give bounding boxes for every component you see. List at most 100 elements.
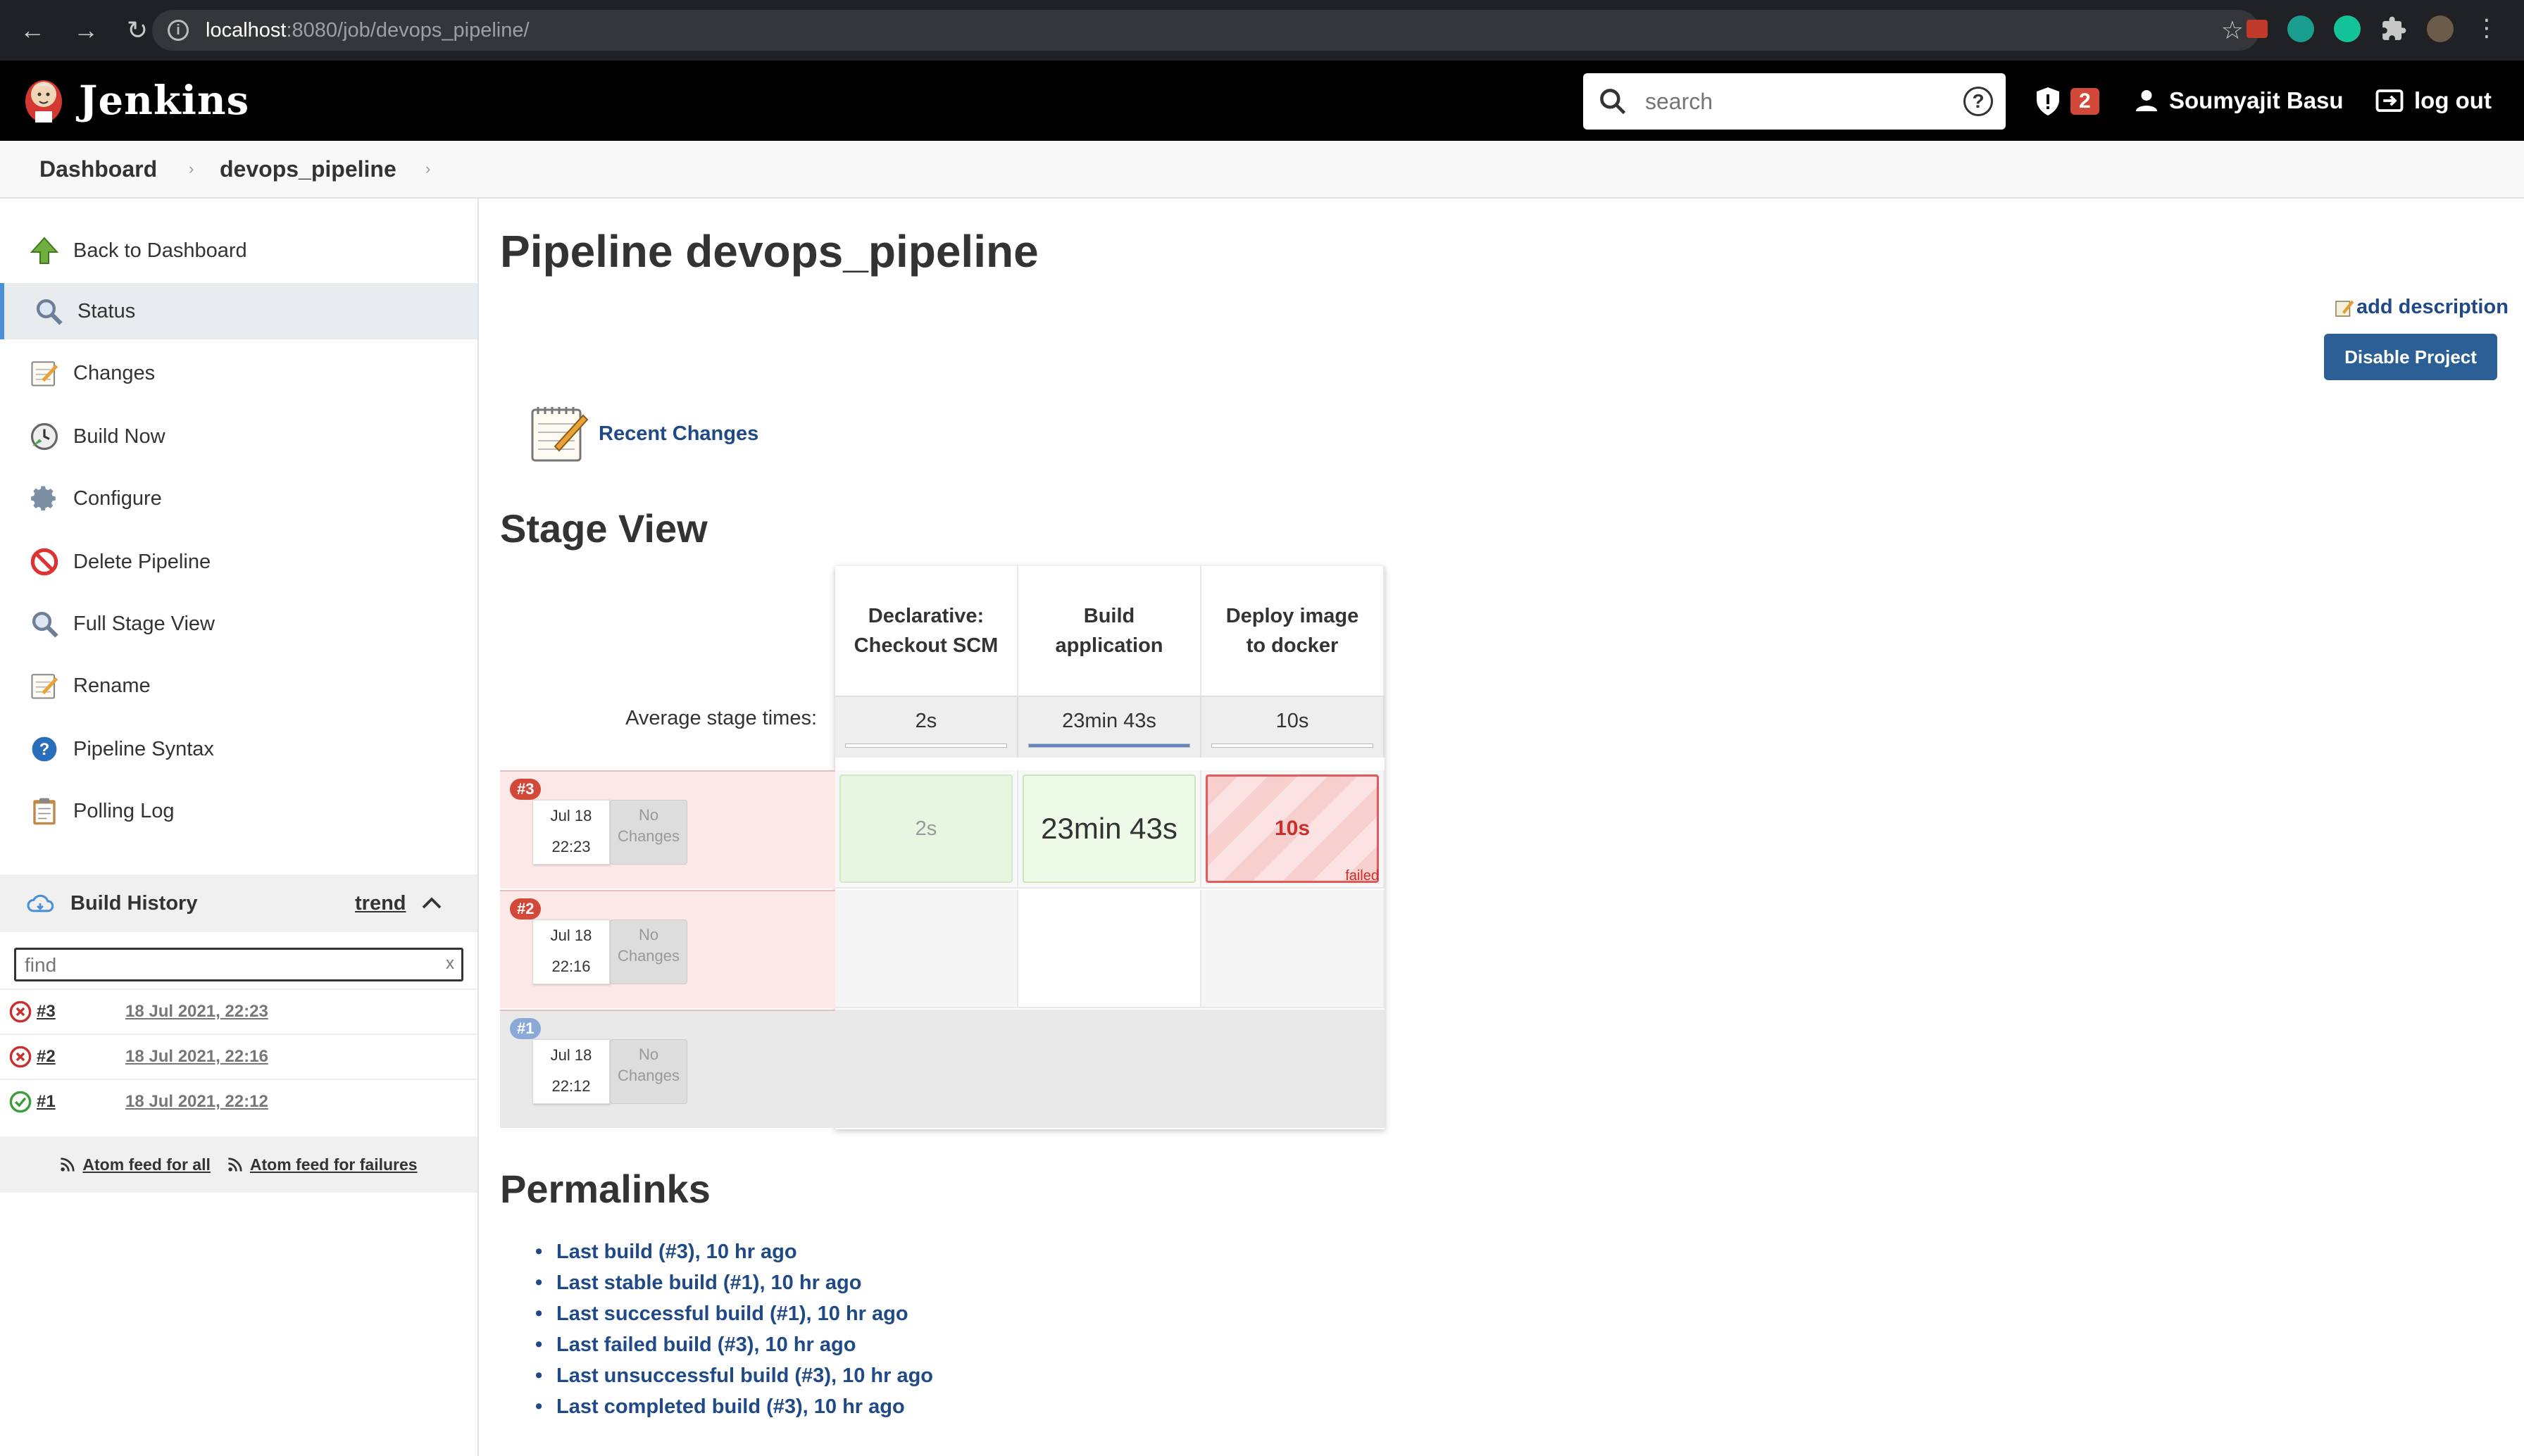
security-alerts[interactable]: 2 bbox=[2034, 86, 2099, 117]
task-build-now[interactable]: Build Now bbox=[0, 408, 477, 465]
stage-view: Declarative: Checkout SCM 2s Build applica… bbox=[500, 566, 1389, 1129]
build-number-link[interactable]: #3 bbox=[37, 1002, 56, 1022]
stage-build-row: #1 Jul 18 22:12 No Changes bbox=[500, 1010, 835, 1128]
stage-cell[interactable]: 2s bbox=[835, 770, 1018, 889]
bookmark-star-icon[interactable]: ☆ bbox=[2221, 15, 2244, 45]
permalink[interactable]: Last unsuccessful build (#3), 10 hr ago bbox=[535, 1360, 933, 1391]
permalink[interactable]: Last stable build (#1), 10 hr ago bbox=[535, 1267, 933, 1298]
logout-link[interactable]: log out bbox=[2375, 87, 2492, 114]
trend-link[interactable]: trend bbox=[355, 892, 406, 915]
task-label: Status bbox=[77, 299, 136, 322]
permalink[interactable]: Last failed build (#3), 10 hr ago bbox=[535, 1329, 933, 1360]
reload-icon[interactable]: ↻ bbox=[127, 15, 148, 45]
build-history-row: #1 18 Jul 2021, 22:12 bbox=[0, 1079, 477, 1124]
up-arrow-icon bbox=[28, 234, 61, 267]
jenkins-brand[interactable]: Jenkins bbox=[79, 77, 249, 124]
permalink[interactable]: Last successful build (#1), 10 hr ago bbox=[535, 1298, 933, 1329]
rss-icon bbox=[61, 1157, 75, 1172]
stage-cell bbox=[1018, 1010, 1201, 1128]
task-label: Build Now bbox=[73, 425, 165, 448]
no-changes-box[interactable]: No Changes bbox=[610, 920, 687, 984]
cloud-icon bbox=[27, 894, 54, 912]
browser-toolbar: ← → ↻ i localhost:8080/job/devops_pipeli… bbox=[0, 0, 2524, 61]
build-history-header: Build History trend bbox=[0, 874, 477, 932]
no-changes-box[interactable]: No Changes bbox=[610, 800, 687, 865]
task-back-to-dashboard[interactable]: Back to Dashboard bbox=[0, 222, 477, 279]
build-badge[interactable]: #3 bbox=[510, 779, 542, 800]
notepad-icon bbox=[28, 357, 61, 389]
build-datetime[interactable]: Jul 18 22:16 bbox=[532, 920, 610, 984]
disable-project-button[interactable]: Disable Project bbox=[2324, 334, 2497, 380]
profile-avatar[interactable] bbox=[2427, 15, 2454, 42]
back-icon[interactable]: ← bbox=[20, 15, 45, 45]
permalinks-title: Permalinks bbox=[500, 1167, 711, 1211]
task-rename[interactable]: Rename bbox=[0, 658, 477, 714]
avg-time-value: 2s bbox=[915, 710, 937, 732]
extension-grammar-icon[interactable] bbox=[2287, 15, 2314, 42]
extension-flag-icon[interactable] bbox=[2247, 20, 2268, 38]
info-icon[interactable]: i bbox=[168, 20, 189, 41]
rss-icon bbox=[228, 1157, 242, 1172]
puzzle-icon[interactable] bbox=[2380, 15, 2407, 42]
task-label: Configure bbox=[73, 487, 162, 510]
build-number-link[interactable]: #2 bbox=[37, 1047, 56, 1067]
logout-icon bbox=[2375, 89, 2404, 112]
url-text[interactable]: localhost:8080/job/devops_pipeline/ bbox=[206, 19, 530, 42]
extension-g-icon[interactable] bbox=[2334, 15, 2361, 42]
clear-find-icon[interactable]: x bbox=[446, 954, 454, 974]
stage-cell[interactable]: 23min 43s bbox=[1018, 770, 1201, 889]
breadcrumb-dashboard[interactable]: Dashboard bbox=[39, 156, 157, 182]
stage-header: Build application bbox=[1018, 566, 1201, 696]
search-help-icon[interactable]: ? bbox=[1963, 87, 1993, 116]
svg-text:?: ? bbox=[39, 740, 50, 759]
task-polling-log[interactable]: Polling Log bbox=[0, 783, 477, 839]
breadcrumb-separator-icon[interactable]: › bbox=[189, 160, 194, 178]
task-pipeline-syntax[interactable]: ? Pipeline Syntax bbox=[0, 721, 477, 777]
stage-duration: 23min 43s bbox=[1023, 774, 1196, 883]
permalink[interactable]: Last build (#3), 10 hr ago bbox=[535, 1236, 933, 1267]
task-configure[interactable]: Configure bbox=[0, 470, 477, 527]
stage-cell bbox=[835, 890, 1018, 1008]
task-status[interactable]: Status bbox=[0, 283, 477, 339]
build-badge[interactable]: #2 bbox=[510, 898, 542, 920]
stage-view-title: Stage View bbox=[500, 506, 708, 551]
build-datetime[interactable]: Jul 18 22:23 bbox=[532, 800, 610, 865]
menu-kebab-icon[interactable]: ⋮ bbox=[2473, 15, 2500, 42]
build-date-link[interactable]: 18 Jul 2021, 22:23 bbox=[125, 1002, 268, 1022]
build-history-row: #3 18 Jul 2021, 22:23 bbox=[0, 989, 477, 1034]
build-date-link[interactable]: 18 Jul 2021, 22:16 bbox=[125, 1047, 268, 1067]
user-menu[interactable]: Soumyajit Basu bbox=[2134, 87, 2344, 114]
build-date-link[interactable]: 18 Jul 2021, 22:12 bbox=[125, 1092, 268, 1112]
jenkins-logo-icon[interactable] bbox=[21, 73, 66, 127]
failed-icon bbox=[9, 1046, 32, 1068]
build-number-link[interactable]: #1 bbox=[37, 1092, 56, 1112]
avg-stage-time: 23min 43s bbox=[1018, 696, 1201, 758]
failed-tag: failed bbox=[1345, 868, 1379, 884]
build-badge[interactable]: #1 bbox=[510, 1018, 542, 1039]
feed-all-link[interactable]: Atom feed for all bbox=[60, 1155, 211, 1174]
breadcrumb-separator-icon[interactable]: › bbox=[425, 160, 430, 178]
add-description-link[interactable]: add description bbox=[2334, 296, 2509, 319]
gear-icon bbox=[28, 482, 61, 515]
failed-icon bbox=[9, 1000, 32, 1023]
breadcrumb-job[interactable]: devops_pipeline bbox=[220, 156, 396, 182]
permalink[interactable]: Last completed build (#3), 10 hr ago bbox=[535, 1391, 933, 1422]
find-input[interactable] bbox=[25, 954, 419, 977]
stage-cell bbox=[1201, 1010, 1385, 1128]
recent-changes-link[interactable]: Recent Changes bbox=[527, 401, 758, 466]
chevron-up-icon[interactable] bbox=[421, 896, 442, 910]
build-history-find: x bbox=[14, 948, 463, 981]
search-input[interactable] bbox=[1645, 88, 1955, 115]
forward-icon[interactable]: → bbox=[73, 15, 99, 45]
build-datetime[interactable]: Jul 18 22:12 bbox=[532, 1039, 610, 1104]
build-date: Jul 18 bbox=[550, 1046, 592, 1064]
task-full-stage-view[interactable]: Full Stage View bbox=[0, 596, 477, 652]
task-delete-pipeline[interactable]: Delete Pipeline bbox=[0, 534, 477, 590]
avg-time-bar bbox=[1028, 743, 1190, 748]
task-changes[interactable]: Changes bbox=[0, 345, 477, 401]
no-changes-box[interactable]: No Changes bbox=[610, 1039, 687, 1104]
address-bar[interactable]: i localhost:8080/job/devops_pipeline/ ☆ bbox=[152, 10, 2259, 51]
feed-failures-link[interactable]: Atom feed for failures bbox=[227, 1155, 418, 1174]
logout-label: log out bbox=[2414, 87, 2492, 113]
stage-cell[interactable]: 10s failed bbox=[1201, 770, 1385, 889]
